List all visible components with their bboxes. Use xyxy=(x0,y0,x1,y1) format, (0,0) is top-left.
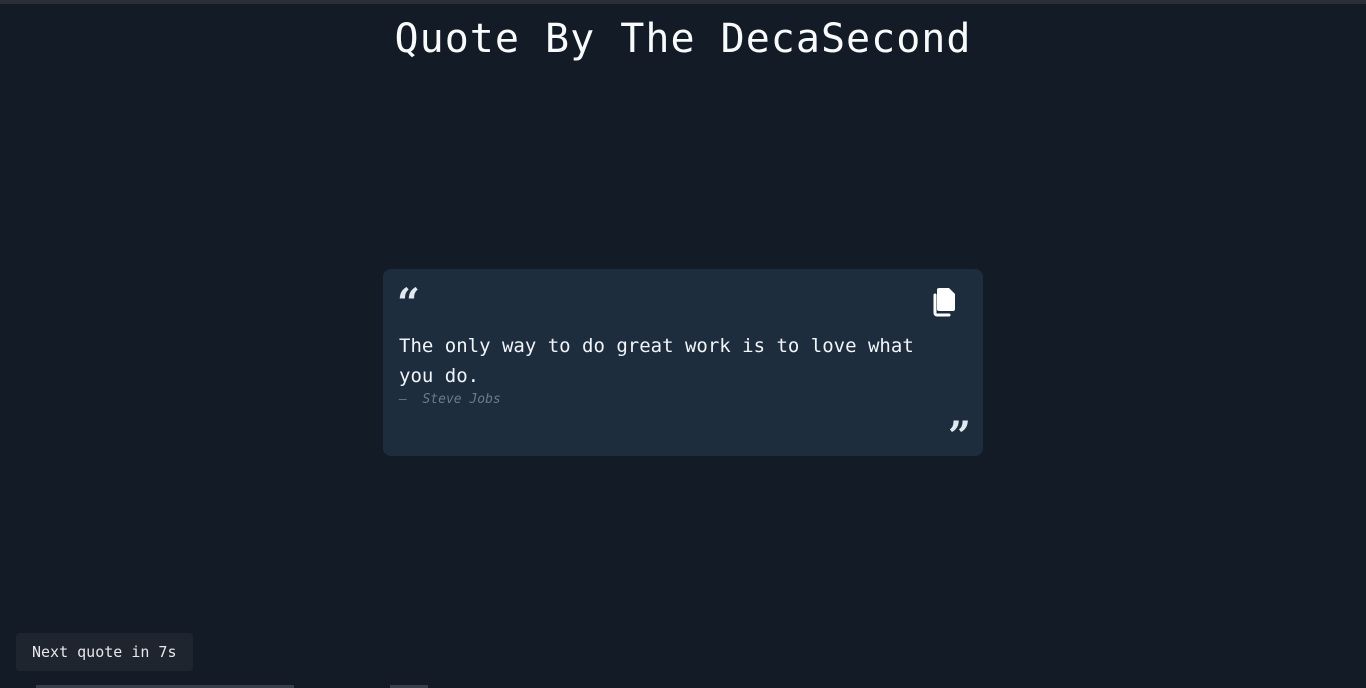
quote-text: The only way to do great work is to love… xyxy=(399,335,914,387)
copy-icon xyxy=(933,288,955,317)
copy-button[interactable] xyxy=(927,285,959,319)
quote-card: “ The only way to do great work is to lo… xyxy=(383,269,983,456)
close-quote-icon: ” xyxy=(947,413,971,448)
open-quote-icon: “ xyxy=(397,280,421,315)
top-border xyxy=(0,0,1366,4)
page-title: Quote By The DecaSecond xyxy=(394,16,972,62)
next-quote-countdown: Next quote in 7s xyxy=(16,633,193,671)
quote-author: — Steve Jobs xyxy=(399,392,501,407)
